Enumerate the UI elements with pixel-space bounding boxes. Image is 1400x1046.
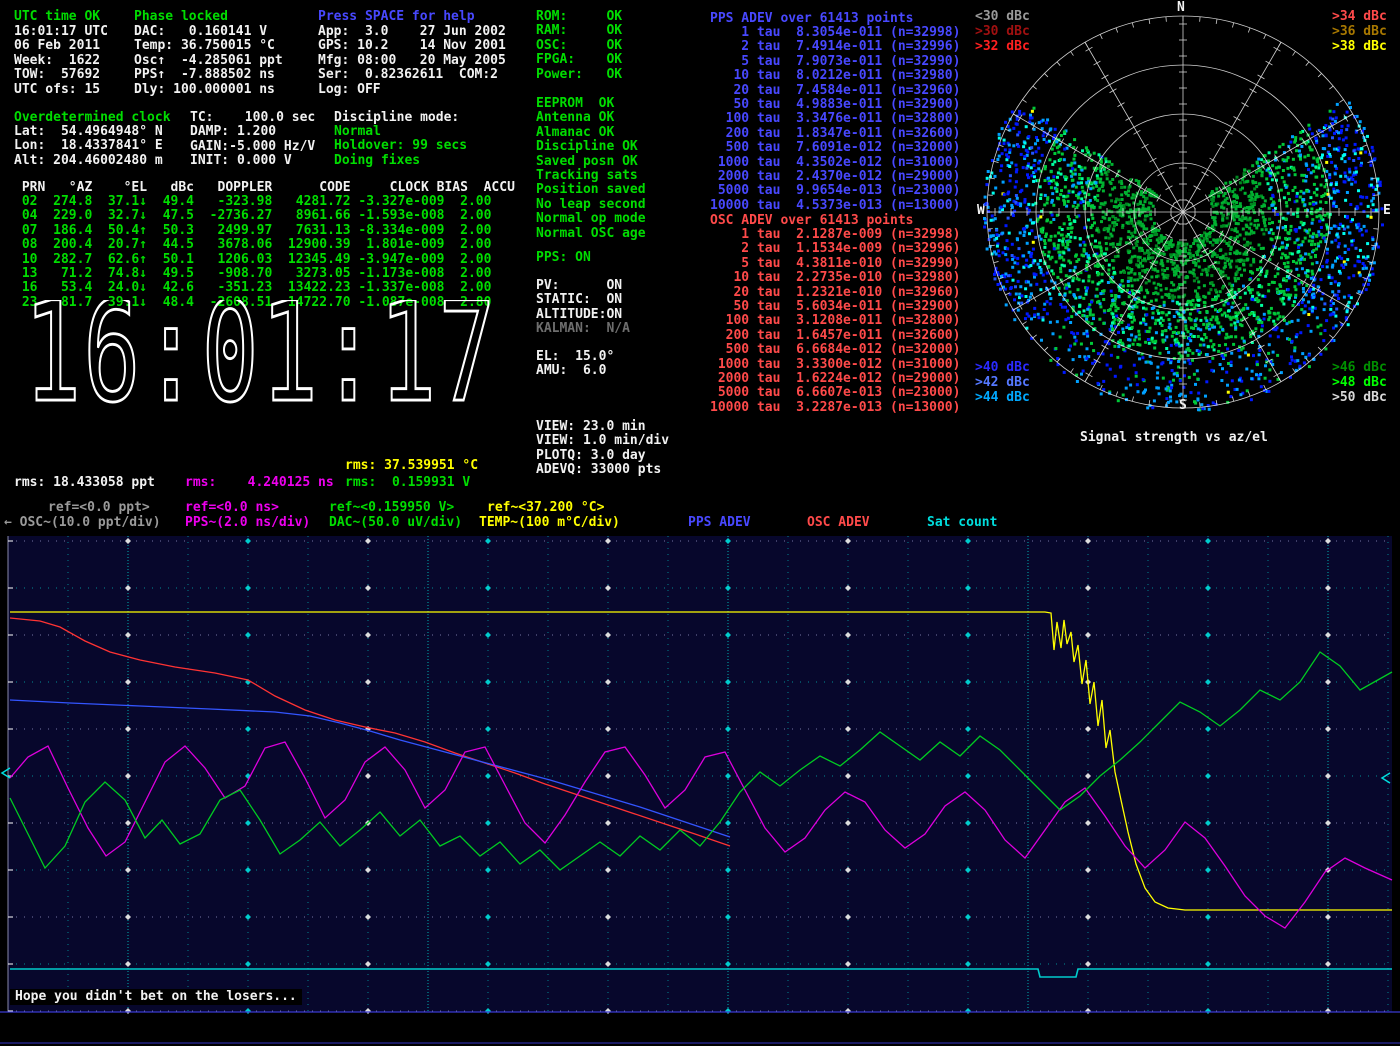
el-amu-lines: EL: 15.0° AMU: 6.0 [536, 350, 614, 379]
digital-clock: 16:01:17 [24, 300, 504, 412]
pps-scale-label: PPS~(2.0 ns/div) [185, 516, 310, 530]
phase-lines: DAC: 0.160141 V Temp: 36.750015 °C Osc↑ … [134, 25, 283, 97]
digital-clock-digits: 16:01:17 [24, 300, 498, 412]
discipline-lines: Normal Holdover: 99 secs Doing fixes [334, 125, 467, 168]
polar-caption: Signal strength vs az/el [1080, 431, 1268, 445]
dac-scale-label: DAC~(50.0 uV/div) [329, 516, 462, 530]
pps-ref-label: ref=<0.0 ns> [185, 501, 279, 515]
version-lines: App: 3.0 27 Jun 2002 GPS: 10.2 14 Nov 20… [318, 25, 506, 97]
rms-dac: rms: 0.159931 V [345, 476, 470, 490]
osc-scale-label: ← OSC~(10.0 ppt/div) [4, 516, 161, 530]
receiver-status: EEPROM OK Antenna OK Almanac OK Discipli… [536, 97, 646, 241]
pps-state: PPS: ON [536, 251, 591, 265]
sat-table-rows: 02 274.8 37.1↓ 49.4 -323.98 4281.72 -3.3… [14, 195, 491, 310]
polar-grid [987, 16, 1379, 408]
plot-message: Hope you didn't bet on the losers... [10, 989, 302, 1005]
temp-scale-label: TEMP~(100 m°C/div) [479, 516, 620, 530]
utc-status-lines: 16:01:17 UTC 06 Feb 2011 Week: 1622 TOW:… [14, 25, 108, 97]
plot-background [8, 536, 1392, 1012]
pps-adev-rows: 1 tau 8.3054e-011 (n=32998) 2 tau 7.4914… [710, 26, 960, 213]
phase-header: Phase locked [134, 10, 228, 24]
tc-lines: TC: 100.0 sec DAMP: 1.200 GAIN:-5.000 Hz… [190, 111, 315, 169]
pv-lines: PV: ON STATIC: ON ALTITUDE:ON [536, 279, 622, 322]
osc-ref-label: ref=<0.0 ppt> [48, 501, 150, 515]
rms-pps: rms: 4.240125 ns [185, 476, 334, 490]
pps-adev-trace-label: PPS ADEV [688, 516, 751, 530]
rms-temp: rms: 37.539951 °C [345, 459, 478, 473]
history-plot [0, 530, 1400, 1046]
hardware-status: ROM: OK RAM: OK OSC: OK FPGA: OK Power: … [536, 10, 622, 82]
help-header: Press SPACE for help [318, 10, 475, 24]
position-lines: Lat: 54.4964948° N Lon: 18.4337841° E Al… [14, 125, 163, 168]
signal-strength-polar-plot [975, 5, 1395, 420]
osc-adev-rows: 1 tau 2.1287e-009 (n=32998) 2 tau 1.1534… [710, 228, 960, 415]
view-lines: VIEW: 23.0 min VIEW: 1.0 min/div PLOTQ: … [536, 420, 669, 478]
rms-osc: rms: 18.433058 ppt [14, 476, 155, 490]
utc-status-header: UTC time OK [14, 10, 100, 24]
kalman-line: KALMAN: N/A [536, 322, 630, 336]
temp-ref-label: ref~<37.200 °C> [487, 501, 604, 515]
dac-ref-label: ref~<0.159950 V> [329, 501, 454, 515]
app-window: UTC time OK 16:01:17 UTC 06 Feb 2011 Wee… [0, 0, 1400, 1046]
osc-adev-trace-label: OSC ADEV [807, 516, 870, 530]
sat-count-trace-label: Sat count [927, 516, 997, 530]
